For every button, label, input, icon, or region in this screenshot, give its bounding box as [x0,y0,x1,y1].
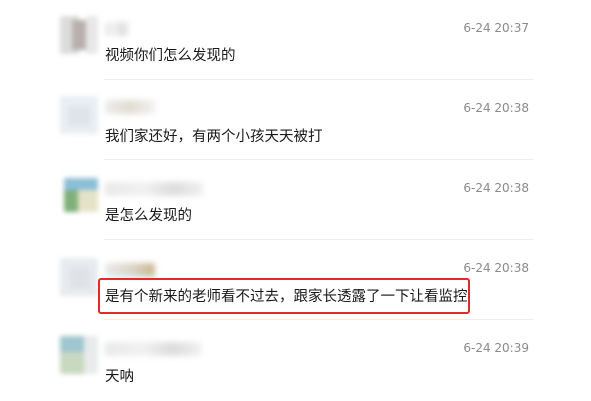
comment-list: 6-24 20:37 视频你们怎么发现的 6-24 20:38 我们家还好，有两… [0,0,591,401]
username-blurred[interactable] [105,263,155,277]
comment-text: 视频你们怎么发现的 [105,48,236,64]
avatar[interactable] [60,336,98,374]
avatar[interactable] [60,96,98,134]
username-blurred[interactable] [105,182,203,196]
comment-item: 6-24 20:38 是怎么发现的 [0,160,591,240]
avatar[interactable] [64,178,98,212]
comment-time: 6-24 20:37 [463,21,529,35]
username-blurred[interactable] [105,342,201,356]
highlight-annotation-box [98,278,470,314]
comment-item: 6-24 20:37 视频你们怎么发现的 [0,0,591,80]
avatar[interactable] [60,258,98,296]
comment-text: 我们家还好，有两个小孩天天被打 [105,129,323,145]
username-blurred[interactable] [105,22,129,36]
avatar[interactable] [60,16,98,54]
comment-time: 6-24 20:38 [463,181,529,195]
username-blurred[interactable] [105,100,155,114]
comment-time: 6-24 20:38 [463,261,529,275]
comment-text: 是怎么发现的 [105,208,192,224]
comment-time: 6-24 20:39 [463,341,529,355]
comment-text: 天呐 [105,369,134,385]
comment-item: 6-24 20:39 天呐 [0,320,591,401]
comment-item: 6-24 20:38 我们家还好，有两个小孩天天被打 [0,80,591,160]
comment-time: 6-24 20:38 [463,101,529,115]
